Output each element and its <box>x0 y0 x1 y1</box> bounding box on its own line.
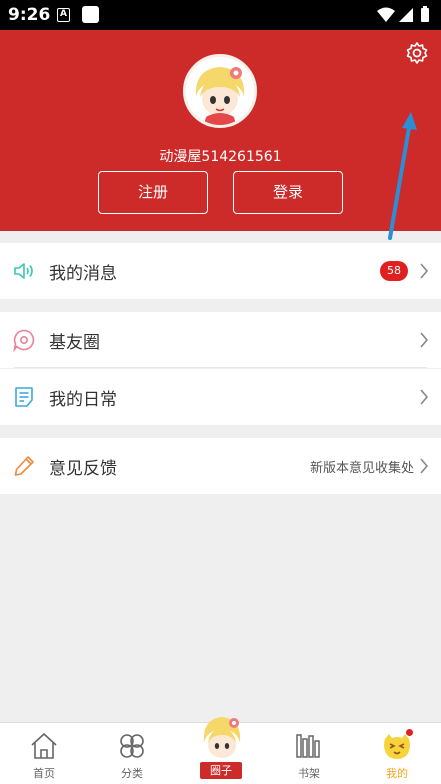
message-count-badge: 58 <box>380 261 408 281</box>
status-bar: 9:26 A <box>0 0 441 30</box>
divider <box>14 367 427 368</box>
mascot-avatar-image <box>186 57 254 125</box>
clover-icon <box>120 734 144 758</box>
home-icon <box>31 733 57 759</box>
chevron-right-icon <box>420 458 429 474</box>
tab-category-label: 分类 <box>121 767 143 780</box>
bottom-nav: 首页 分类 圈子 书架 我的 <box>0 717 441 784</box>
wifi-icon <box>377 7 395 22</box>
menu-item-label: 意见反馈 <box>49 459 117 479</box>
tab-home[interactable]: 首页 <box>0 723 88 784</box>
notification-dot <box>406 729 413 736</box>
tab-mine[interactable]: 我的 <box>353 723 441 784</box>
profile-header: 动漫屋514261561 注册 登录 <box>0 30 441 240</box>
speaker-icon <box>14 263 33 279</box>
menu-item-label: 基友圈 <box>49 333 100 353</box>
notes-icon <box>15 387 33 407</box>
annotation-arrow-icon <box>388 112 417 240</box>
circle-mascot-icon[interactable] <box>200 713 244 763</box>
tab-category[interactable]: 分类 <box>88 723 176 784</box>
signal-icon <box>399 8 413 22</box>
username: 动漫屋514261561 <box>159 149 282 165</box>
status-icons <box>377 6 429 22</box>
chat-bubble-icon <box>13 329 35 352</box>
menu-item-my-daily[interactable]: 我的日常 <box>0 369 441 425</box>
pencil-icon <box>14 456 34 476</box>
status-time: 9:26 <box>8 5 51 25</box>
tab-home-label: 首页 <box>33 767 55 780</box>
settings-icon[interactable] <box>405 41 429 65</box>
menu-item-messages[interactable]: 我的消息 58 <box>0 243 441 299</box>
bookshelf-icon <box>296 734 320 758</box>
login-button[interactable]: 登录 <box>233 171 343 214</box>
a-notification-icon: A <box>57 8 70 22</box>
avatar[interactable] <box>183 54 257 128</box>
menu-item-label: 我的消息 <box>49 264 117 284</box>
menu-item-label: 我的日常 <box>49 390 117 410</box>
menu-item-feedback[interactable]: 意见反馈 新版本意见收集处 <box>0 438 441 494</box>
feedback-hint: 新版本意见收集处 <box>309 461 414 476</box>
tab-bookshelf[interactable]: 书架 <box>265 723 353 784</box>
tab-mine-label: 我的 <box>386 767 408 780</box>
menu-item-friends-circle[interactable]: 基友圈 <box>0 312 441 368</box>
register-button[interactable]: 注册 <box>98 171 208 214</box>
battery-icon <box>421 8 429 22</box>
chevron-right-icon <box>420 389 429 405</box>
chevron-right-icon <box>420 332 429 348</box>
notification-square-icon <box>82 6 99 23</box>
chevron-right-icon <box>420 263 429 279</box>
tab-circle-label: 圈子 <box>200 762 242 779</box>
tab-bookshelf-label: 书架 <box>298 767 320 780</box>
